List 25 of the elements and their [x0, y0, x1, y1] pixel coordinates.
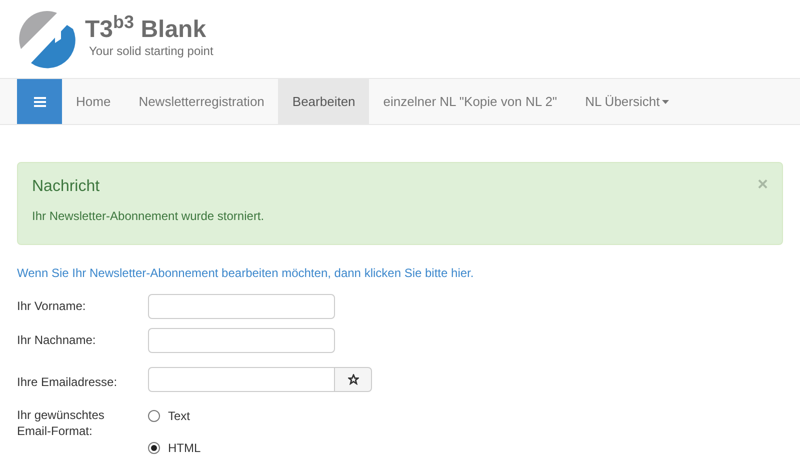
logo-icon [17, 9, 77, 69]
alert-title: Nachricht [32, 177, 100, 197]
radio-label: HTML [168, 440, 201, 457]
nav-link[interactable]: Newsletterregistration [124, 79, 278, 124]
field-label: Ihr Vorname: [17, 298, 87, 315]
menu-button[interactable] [17, 79, 62, 124]
text-field[interactable] [148, 294, 335, 318]
field-label: Ihr Nachname: [17, 332, 97, 349]
menu-icon [34, 96, 46, 106]
radio-button[interactable] [148, 410, 160, 422]
radio-button[interactable] [148, 442, 160, 454]
nav-link[interactable]: Bearbeiten [278, 79, 370, 124]
star-button[interactable] [335, 366, 372, 392]
alert-message: Ihr Newsletter-Abonnement wurde storniert. [32, 208, 266, 225]
nav-link[interactable]: Home [62, 79, 125, 124]
nav-link[interactable]: einzelner NL "Kopie von NL 2" [369, 79, 572, 124]
radio-label: Text [168, 408, 190, 425]
logo-tagline: Your solid starting point [88, 43, 214, 60]
edit-link[interactable]: Wenn Sie Ihr Newsletter-Abonnement bearbeiten möchten, dann klicken Sie bitte hier. [17, 264, 783, 282]
field-label: Ihre Emailadresse: [17, 374, 118, 391]
star-icon [348, 374, 358, 384]
text-field[interactable] [148, 328, 335, 352]
email-field[interactable] [148, 366, 335, 392]
nav-link[interactable]: NL Übersicht [571, 79, 683, 124]
format-label: Ihr gewünschtes Email-Format: [17, 407, 106, 439]
